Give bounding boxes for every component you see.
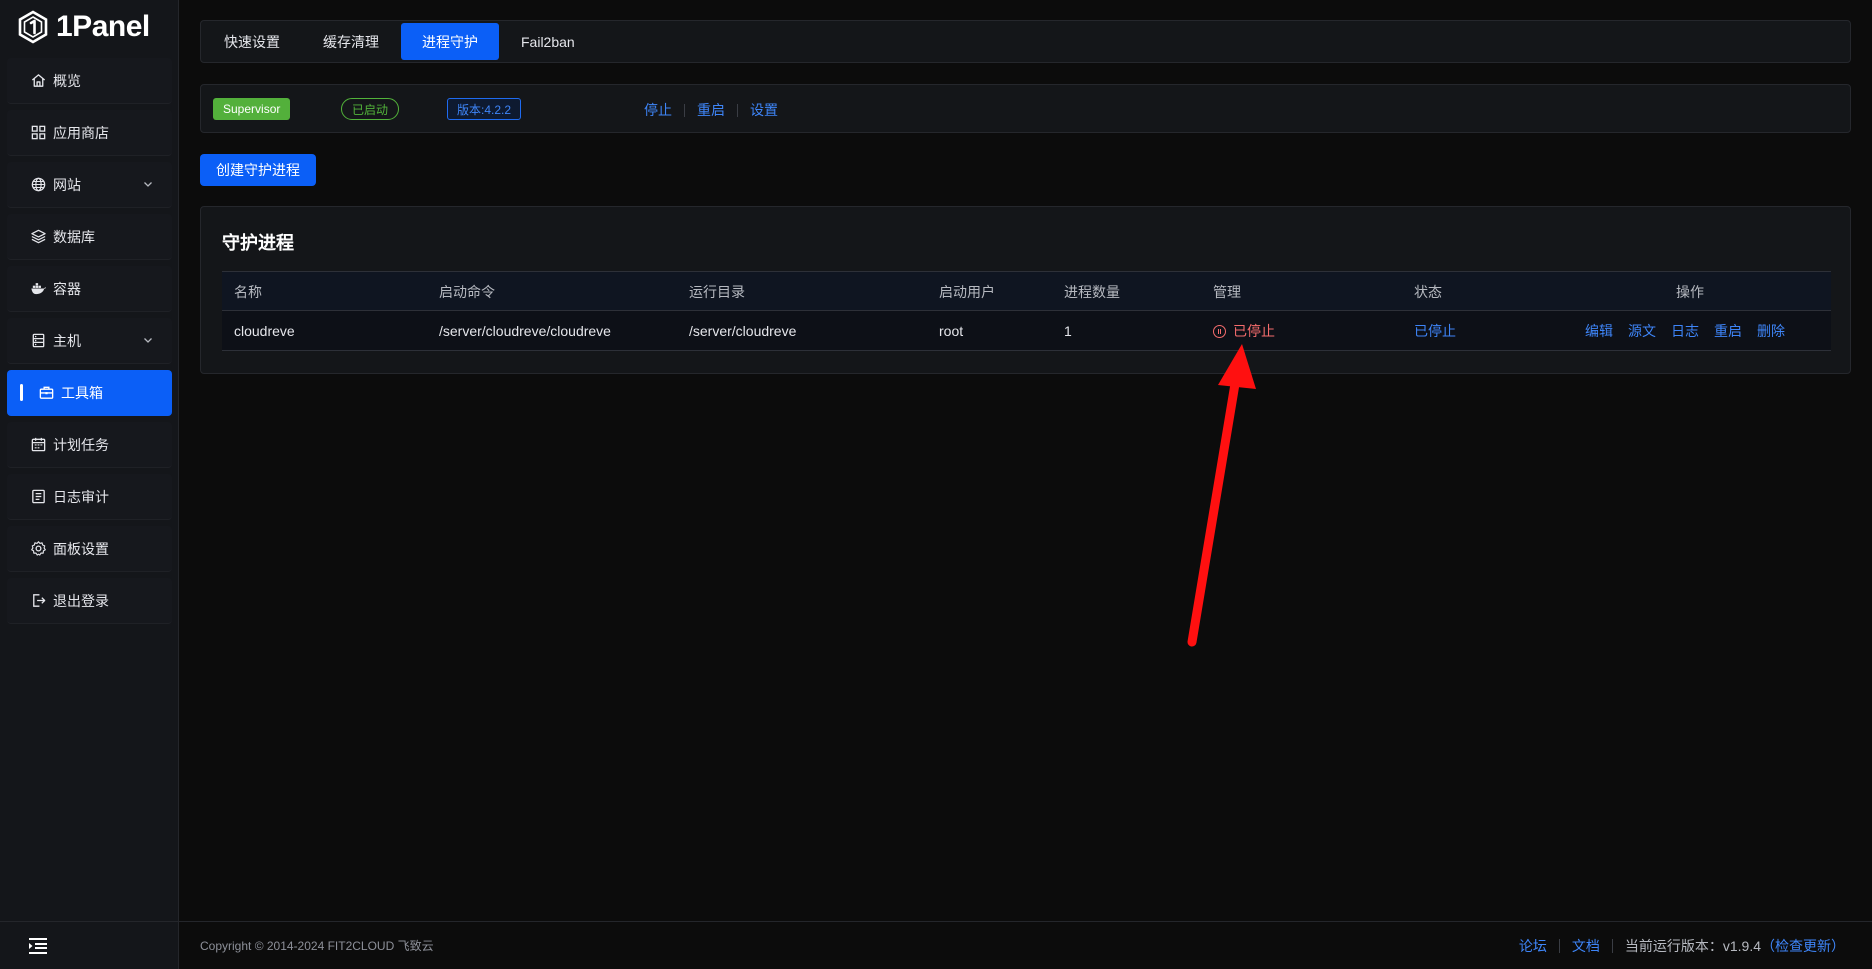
sidebar-item-label: 工具箱: [61, 384, 103, 401]
process-list-card: 守护进程 名称 启动命令 运行目录 启动用户 进程数量 管理 状态 操作 clo…: [200, 206, 1851, 374]
app-window: 1Panel 概览 应用商店 网站 数据库 容器 主机 工具箱 计划任务 日志审…: [0, 0, 1872, 969]
manage-process-button[interactable]: 已停止: [1213, 311, 1275, 351]
divider: [1558, 938, 1560, 953]
sidebar-item-database[interactable]: 数据库: [7, 214, 172, 260]
process-user: root: [939, 323, 964, 339]
create-process-button[interactable]: 创建守护进程: [200, 154, 316, 186]
sidebar-item-label: 计划任务: [53, 436, 109, 453]
edit-link[interactable]: 编辑: [1585, 321, 1613, 341]
docker-icon: [29, 280, 47, 298]
sidebar-item-label: 日志审计: [53, 488, 109, 505]
main-content: 快速设置 缓存清理 进程守护 Fail2ban Supervisor 已启动 版…: [179, 0, 1872, 969]
layers-icon: [29, 228, 47, 246]
forum-link[interactable]: 论坛: [1519, 936, 1547, 956]
menu-collapse-icon: [29, 937, 47, 954]
restart-service-link[interactable]: 重启: [697, 100, 725, 120]
sidebar-item-label: 概览: [53, 72, 81, 89]
column-header-user: 启动用户: [939, 284, 995, 300]
source-link[interactable]: 源文: [1628, 321, 1656, 341]
sidebar-item-panel-settings[interactable]: 面板设置: [7, 526, 172, 572]
process-table: 名称 启动命令 运行目录 启动用户 进程数量 管理 状态 操作 cloudrev…: [222, 271, 1831, 351]
log-icon: [29, 488, 47, 506]
sidebar-item-toolbox[interactable]: 工具箱: [7, 370, 172, 416]
divider: [737, 103, 738, 117]
docs-link[interactable]: 文档: [1572, 936, 1600, 956]
sidebar-item-website[interactable]: 网站: [7, 162, 172, 208]
divider: [1611, 938, 1613, 953]
sidebar-item-label: 网站: [53, 176, 81, 193]
toolbox-tabs: 快速设置 缓存清理 进程守护 Fail2ban: [200, 20, 1851, 63]
divider: [684, 103, 685, 117]
delete-link[interactable]: 删除: [1757, 321, 1785, 341]
footer: Copyright © 2014-2024 FIT2CLOUD 飞致云 论坛 文…: [179, 921, 1872, 969]
logo[interactable]: 1Panel: [16, 6, 150, 48]
sidebar-item-container[interactable]: 容器: [7, 266, 172, 312]
table-row: cloudreve /server/cloudreve/cloudreve /s…: [222, 311, 1831, 351]
logout-icon: [29, 592, 47, 610]
log-link[interactable]: 日志: [1671, 321, 1699, 341]
process-status-link[interactable]: 已停止: [1414, 311, 1456, 351]
chevron-down-icon: [144, 338, 152, 343]
sidebar: 1Panel 概览 应用商店 网站 数据库 容器 主机 工具箱 计划任务 日志审…: [0, 0, 179, 969]
sidebar-item-overview[interactable]: 概览: [7, 58, 172, 104]
tab-quick-settings[interactable]: 快速设置: [203, 23, 301, 60]
sidebar-item-label: 面板设置: [53, 540, 109, 557]
sidebar-item-logout[interactable]: 退出登录: [7, 578, 172, 624]
version-badge: 版本:4.2.2: [447, 98, 522, 120]
sidebar-item-cron[interactable]: 计划任务: [7, 422, 172, 468]
manage-state-label: 已停止: [1233, 323, 1275, 339]
stop-service-link[interactable]: 停止: [644, 100, 672, 120]
supervisor-status-bar: Supervisor 已启动 版本:4.2.2 停止 重启 设置: [200, 84, 1851, 133]
row-actions: 编辑 源文 日志 重启 删除: [1585, 311, 1785, 351]
server-icon: [29, 332, 47, 350]
table-header: 名称 启动命令 运行目录 启动用户 进程数量 管理 状态 操作: [222, 271, 1831, 311]
sidebar-menu: 概览 应用商店 网站 数据库 容器 主机 工具箱 计划任务 日志审计 面板设置 …: [7, 58, 172, 630]
sidebar-item-label: 退出登录: [53, 592, 109, 609]
card-title: 守护进程: [222, 233, 294, 253]
active-indicator: [20, 384, 23, 401]
tab-cache-cleanup[interactable]: 缓存清理: [302, 23, 400, 60]
process-directory: /server/cloudreve: [689, 323, 797, 339]
current-version: 当前运行版本：v1.9.4: [1624, 937, 1761, 954]
pause-circle-icon: [1213, 324, 1226, 338]
column-header-directory: 运行目录: [689, 284, 745, 300]
sidebar-item-label: 容器: [53, 280, 81, 297]
grid-icon: [29, 124, 47, 142]
sidebar-item-log-audit[interactable]: 日志审计: [7, 474, 172, 520]
sidebar-item-label: 数据库: [53, 228, 95, 245]
globe-icon: [29, 176, 47, 194]
process-command: /server/cloudreve/cloudreve: [439, 323, 611, 339]
brand-name: 1Panel: [56, 10, 150, 43]
restart-link[interactable]: 重启: [1714, 321, 1742, 341]
service-actions: 停止 重启 设置: [644, 100, 778, 120]
sidebar-item-app-store[interactable]: 应用商店: [7, 110, 172, 156]
sidebar-item-host[interactable]: 主机: [7, 318, 172, 364]
logo-hexagon-icon: [18, 10, 48, 44]
column-header-status: 状态: [1414, 284, 1442, 300]
column-header-actions: 操作: [1676, 284, 1704, 300]
sidebar-item-label: 主机: [53, 332, 81, 349]
service-settings-link[interactable]: 设置: [750, 100, 778, 120]
service-state-badge: 已启动: [341, 98, 400, 120]
copyright-text: Copyright © 2014-2024 FIT2CLOUD 飞致云: [200, 939, 434, 953]
column-header-name: 名称: [234, 284, 262, 300]
toolbox-icon: [37, 384, 55, 402]
column-header-manage: 管理: [1213, 284, 1241, 300]
tab-process-guard[interactable]: 进程守护: [401, 23, 499, 60]
chevron-down-icon: [144, 182, 152, 187]
check-update-link[interactable]: （检查更新）: [1761, 936, 1845, 956]
footer-links: 论坛 文档 当前运行版本：v1.9.4 （检查更新）: [1519, 936, 1845, 956]
tab-fail2ban[interactable]: Fail2ban: [500, 23, 596, 60]
calendar-icon: [29, 436, 47, 454]
sidebar-item-label: 应用商店: [53, 124, 109, 141]
service-name-badge: Supervisor: [213, 98, 291, 120]
column-header-command: 启动命令: [439, 284, 495, 300]
process-name: cloudreve: [234, 323, 295, 339]
column-header-count: 进程数量: [1064, 284, 1120, 300]
home-icon: [29, 72, 47, 90]
sidebar-collapse-button[interactable]: [0, 921, 179, 969]
process-count: 1: [1064, 323, 1072, 339]
gear-icon: [29, 540, 47, 558]
